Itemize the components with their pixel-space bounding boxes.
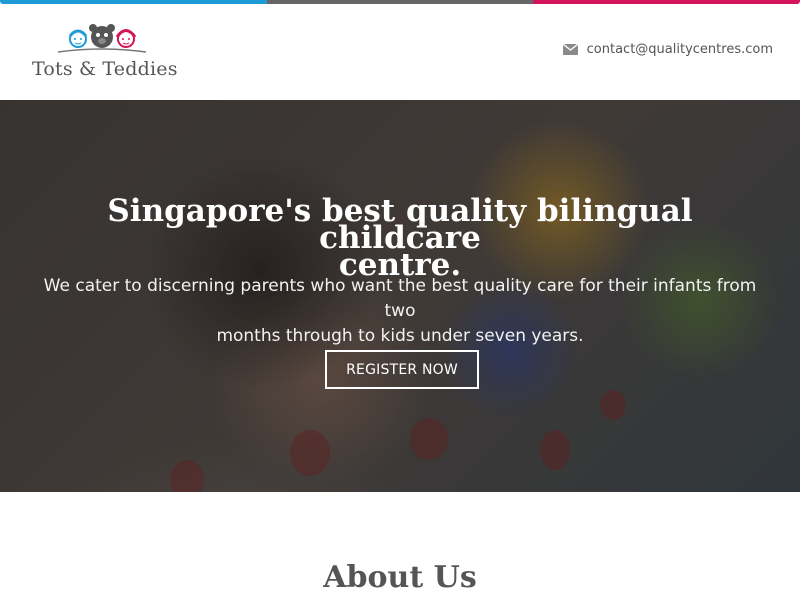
envelope-icon	[562, 44, 578, 55]
hero-subtitle-line2: months through to kids under seven years…	[216, 326, 584, 346]
register-now-button[interactable]: REGISTER NOW	[325, 350, 479, 389]
site-header: Tots & Teddies contact@qualitycentres.co…	[0, 4, 800, 100]
logo-text: Tots & Teddies	[32, 58, 178, 80]
about-us-heading: About Us	[323, 560, 477, 595]
logo[interactable]: Tots & Teddies	[30, 22, 178, 84]
hero-title: Singapore's best quality bilingual child…	[40, 196, 760, 281]
teddy-logo-icon	[57, 24, 147, 53]
hero-banner: Singapore's best quality bilingual child…	[0, 100, 800, 492]
contact-email-text: contact@qualitycentres.com	[586, 42, 773, 57]
hero-subtitle: We cater to discerning parents who want …	[30, 274, 770, 349]
hero-subtitle-line1: We cater to discerning parents who want …	[43, 276, 757, 321]
contact-email-link[interactable]: contact@qualitycentres.com	[562, 42, 773, 57]
